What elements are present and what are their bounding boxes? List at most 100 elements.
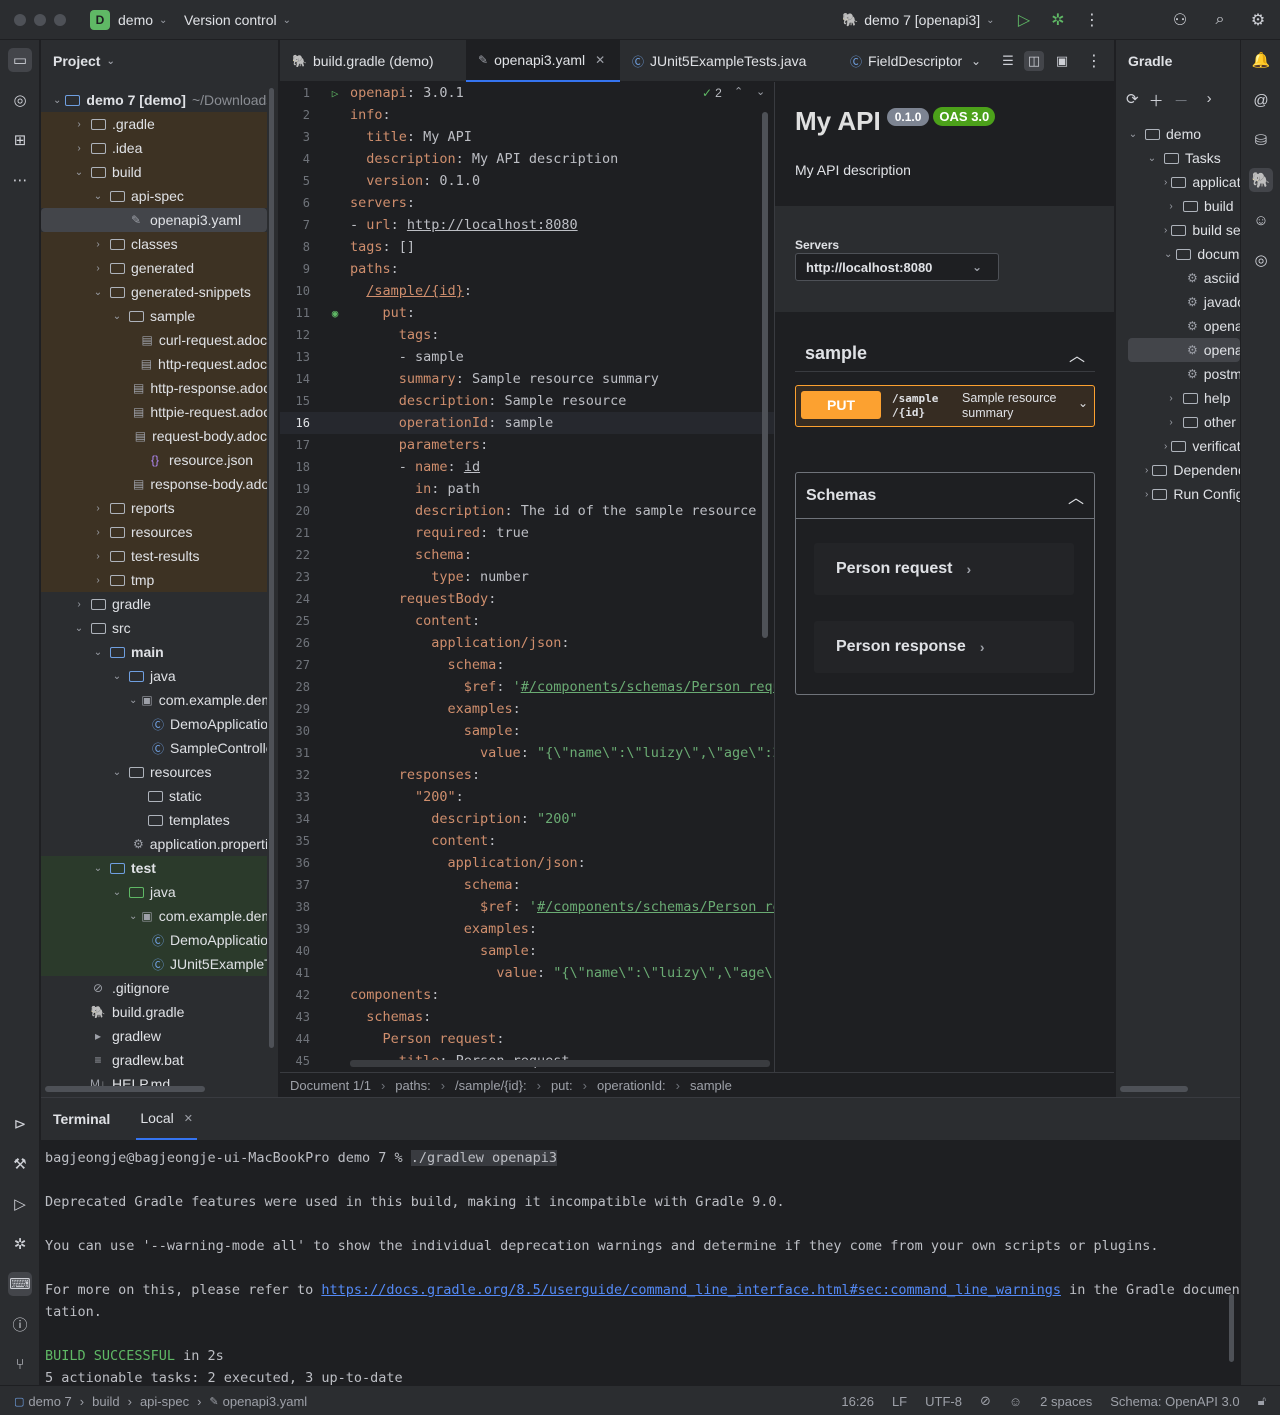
- endpoint-gutter-icon[interactable]: ◉: [320, 307, 350, 320]
- gradle-tree-row[interactable]: ⚙ postman: [1116, 362, 1240, 386]
- tree-row[interactable]: ▤ request-body.adoc: [41, 424, 267, 448]
- copilot-chat-icon[interactable]: ☺: [1249, 208, 1273, 232]
- preview-only-icon[interactable]: ▣: [1052, 51, 1072, 71]
- tree-row[interactable]: ▤ response-body.adoc: [41, 472, 267, 496]
- gradle-tree-row[interactable]: ⚙ openapi: [1116, 314, 1240, 338]
- tree-row[interactable]: ⊘ .gitignore: [41, 976, 267, 1000]
- gradle-tree-row[interactable]: › build: [1116, 194, 1240, 218]
- server-select[interactable]: http://localhost:8080 ⌄: [795, 253, 999, 281]
- terminal-scrollbar[interactable]: [1229, 1294, 1234, 1362]
- code-editor[interactable]: 1 ▷ openapi: 3.0.1 2 info: 3 title: My API 4 d…: [280, 82, 774, 1072]
- gradle-tree-row[interactable]: › application: [1116, 170, 1240, 194]
- terminal-icon[interactable]: ⌨: [8, 1272, 32, 1296]
- chevron-down-icon[interactable]: ⌄: [110, 671, 124, 682]
- indent-setting[interactable]: 2 spaces: [1040, 1394, 1092, 1409]
- tree-row[interactable]: ⌄ main: [41, 640, 267, 664]
- close-window-button[interactable]: [14, 14, 26, 26]
- tree-row[interactable]: › .gradle: [41, 112, 267, 136]
- tree-row[interactable]: ⌄ resources: [41, 760, 267, 784]
- copilot-icon[interactable]: ◎: [8, 88, 32, 112]
- tab-openapi3-yaml[interactable]: ✎ openapi3.yaml ✕: [466, 40, 620, 82]
- status-path-item[interactable]: openapi3.yaml: [223, 1394, 308, 1409]
- chevron-right-icon[interactable]: ›: [72, 599, 86, 610]
- tree-row[interactable]: ⌄ ▣ com.example.demo: [41, 904, 267, 928]
- chevron-down-icon[interactable]: ⌄: [91, 287, 105, 298]
- chevron-right-icon[interactable]: ›: [1164, 417, 1178, 428]
- more-icon[interactable]: ⋮: [1084, 51, 1104, 71]
- tree-row[interactable]: ⌄ sample: [41, 304, 267, 328]
- status-path-item[interactable]: build: [92, 1394, 119, 1409]
- copilot-status-icon[interactable]: ☺: [1009, 1394, 1022, 1409]
- close-icon[interactable]: ✕: [595, 53, 605, 67]
- chevron-down-icon[interactable]: ⌄: [91, 191, 105, 202]
- breadcrumb-item[interactable]: paths:: [395, 1078, 430, 1093]
- problems-icon[interactable]: ⓘ: [8, 1312, 32, 1336]
- line-separator[interactable]: LF: [892, 1394, 907, 1409]
- breadcrumb-item[interactable]: /sample/{id}:: [455, 1078, 527, 1093]
- copilot-icon[interactable]: ◎: [1249, 248, 1273, 272]
- chevron-right-icon[interactable]: ›: [1164, 393, 1178, 404]
- tree-hscrollbar[interactable]: [45, 1086, 205, 1092]
- chevron-down-icon[interactable]: ⌄: [129, 695, 137, 706]
- breadcrumb-item[interactable]: put:: [551, 1078, 573, 1093]
- chevron-down-icon[interactable]: ⌄: [756, 85, 765, 98]
- tree-row[interactable]: ≡ gradlew.bat: [41, 1048, 267, 1072]
- chevron-right-icon[interactable]: ›: [72, 119, 86, 130]
- search-icon[interactable]: ⌕: [1210, 10, 1230, 30]
- project-panel-header[interactable]: Project ⌄: [41, 40, 278, 82]
- tree-row[interactable]: ▤ http-request.adoc: [41, 352, 267, 376]
- close-icon[interactable]: ✕: [184, 1112, 193, 1125]
- editor-only-icon[interactable]: ☰: [998, 51, 1018, 71]
- schemas-header[interactable]: Schemas ︿: [796, 473, 1094, 519]
- tree-row[interactable]: › generated: [41, 256, 267, 280]
- terminal-link[interactable]: https://docs.gradle.org/8.5/userguide/co…: [321, 1282, 1061, 1298]
- gradle-tool-icon[interactable]: 🐘: [1249, 168, 1273, 192]
- tree-row[interactable]: ▤ http-response.adoc: [41, 376, 267, 400]
- run-tool-icon[interactable]: ▷: [8, 1192, 32, 1216]
- gradle-hscrollbar[interactable]: [1120, 1086, 1188, 1092]
- services-icon[interactable]: ⊳: [8, 1112, 32, 1136]
- debug-icon[interactable]: ✲: [1048, 10, 1068, 30]
- vcs-menu[interactable]: Version control ⌄: [184, 0, 291, 40]
- tree-row[interactable]: ▤ curl-request.adoc: [41, 328, 267, 352]
- project-tool-icon[interactable]: ▭: [8, 48, 32, 72]
- tree-row[interactable]: {} resource.json: [41, 448, 267, 472]
- chevron-right-icon[interactable]: ›: [1164, 441, 1167, 452]
- lock-icon[interactable]: 🔓︎: [1258, 1393, 1266, 1409]
- chevron-down-icon[interactable]: ⌄: [72, 167, 86, 178]
- chevron-down-icon[interactable]: ⌄: [1164, 249, 1172, 260]
- maximize-window-button[interactable]: [54, 14, 66, 26]
- tree-scrollbar[interactable]: [269, 88, 274, 1048]
- status-path-item[interactable]: api-spec: [140, 1394, 189, 1409]
- tree-row[interactable]: › test-results: [41, 544, 267, 568]
- breadcrumb-item[interactable]: Document 1/1: [290, 1078, 371, 1093]
- build-icon[interactable]: ⚒: [8, 1152, 32, 1176]
- gear-icon[interactable]: ⚙: [1248, 10, 1268, 30]
- schema-person-request[interactable]: Person request ›: [814, 543, 1074, 595]
- tree-row[interactable]: ⌄ test: [41, 856, 267, 880]
- project-switcher[interactable]: D demo ⌄: [90, 0, 167, 40]
- chevron-up-icon[interactable]: ⌃: [734, 85, 743, 98]
- tree-row[interactable]: ⌄ ▣ com.example.demo: [41, 688, 267, 712]
- ai-assistant-icon[interactable]: @: [1249, 88, 1273, 112]
- tree-row[interactable]: › gradle: [41, 592, 267, 616]
- run-icon[interactable]: ▷: [1014, 10, 1034, 30]
- tree-row[interactable]: 🐘 build.gradle: [41, 1000, 267, 1024]
- json-schema[interactable]: Schema: OpenAPI 3.0: [1110, 1394, 1239, 1409]
- tree-row[interactable]: › tmp: [41, 568, 267, 592]
- no-inspections-icon[interactable]: ⊘: [980, 1393, 991, 1409]
- chevron-right-icon[interactable]: ›: [1207, 90, 1212, 111]
- tree-row[interactable]: ✎ openapi3.yaml: [41, 208, 267, 232]
- tree-row[interactable]: templates: [41, 808, 267, 832]
- tree-row[interactable]: ⌄ java: [41, 880, 267, 904]
- caret-position[interactable]: 16:26: [841, 1394, 874, 1409]
- chevron-right-icon[interactable]: ›: [1164, 177, 1167, 188]
- gradle-tree-row[interactable]: ⚙ asciidoctor: [1116, 266, 1240, 290]
- gradle-tree-row[interactable]: ⌄ documentation: [1116, 242, 1240, 266]
- structure-icon[interactable]: ⊞: [8, 128, 32, 152]
- tree-row[interactable]: Ⓒ JUnit5ExampleTests: [41, 952, 267, 976]
- tabs-dropdown-icon[interactable]: ⌄: [966, 51, 986, 71]
- tree-row[interactable]: Ⓒ DemoApplicationTests: [41, 928, 267, 952]
- chevron-right-icon[interactable]: ›: [72, 143, 86, 154]
- more-tools-icon[interactable]: ⋯: [8, 168, 32, 192]
